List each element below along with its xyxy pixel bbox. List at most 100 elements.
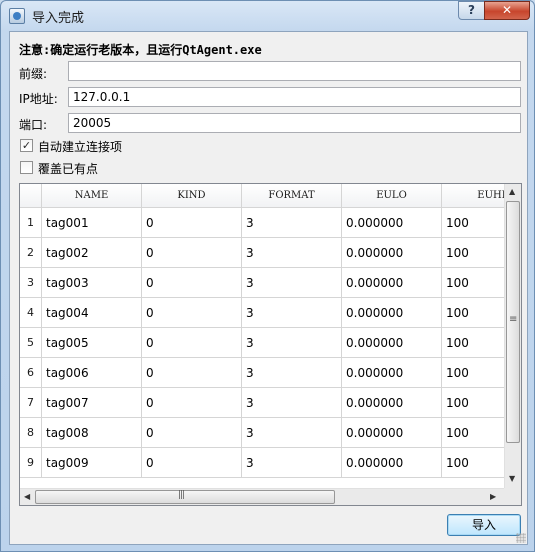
cell-euhi[interactable]: 100 <box>442 298 504 328</box>
cell-eulo[interactable]: 0.000000 <box>342 208 442 238</box>
cell-format[interactable]: 3 <box>242 418 342 448</box>
cell-name[interactable]: tag007 <box>42 388 142 418</box>
corner-header[interactable] <box>20 184 42 208</box>
row-header[interactable]: 6 <box>20 358 42 388</box>
table-row[interactable]: 7 tag007 0 3 0.000000 100 <box>20 388 504 418</box>
horizontal-scroll-thumb[interactable] <box>35 490 335 504</box>
cell-euhi[interactable]: 100 <box>442 448 504 478</box>
vertical-scrollbar[interactable]: ▲ ▼ <box>504 184 521 488</box>
prefix-label: 前缀: <box>19 67 48 81</box>
dialog-window: 导入完成 ? ✕ 注意:确定运行老版本，且运行QtAgent.exe 前缀: I… <box>0 0 535 552</box>
row-header[interactable]: 5 <box>20 328 42 358</box>
row-header[interactable]: 3 <box>20 268 42 298</box>
close-button[interactable]: ✕ <box>484 1 530 20</box>
scroll-down-icon[interactable]: ▼ <box>509 474 515 484</box>
import-button[interactable]: 导入 <box>447 514 521 536</box>
cell-format[interactable]: 3 <box>242 358 342 388</box>
cell-kind[interactable]: 0 <box>142 448 242 478</box>
cell-kind[interactable]: 0 <box>142 268 242 298</box>
port-input[interactable]: 20005 <box>68 113 521 133</box>
cell-eulo[interactable]: 0.000000 <box>342 418 442 448</box>
notice-text: 注意:确定运行老版本，且运行QtAgent.exe <box>19 43 262 57</box>
cell-euhi[interactable]: 100 <box>442 208 504 238</box>
cell-eulo[interactable]: 0.000000 <box>342 298 442 328</box>
table-row[interactable]: 3 tag003 0 3 0.000000 100 <box>20 268 504 298</box>
cell-format[interactable]: 3 <box>242 448 342 478</box>
column-header-kind[interactable]: KIND <box>142 184 242 208</box>
auto-connect-label: 自动建立连接项 <box>38 140 123 154</box>
row-header[interactable]: 9 <box>20 448 42 478</box>
row-header[interactable]: 8 <box>20 418 42 448</box>
app-icon <box>9 8 25 24</box>
cell-euhi[interactable]: 100 <box>442 328 504 358</box>
size-grip-icon[interactable] <box>516 533 526 543</box>
cell-name[interactable]: tag009 <box>42 448 142 478</box>
cell-name[interactable]: tag004 <box>42 298 142 328</box>
cell-name[interactable]: tag001 <box>42 208 142 238</box>
cell-kind[interactable]: 0 <box>142 388 242 418</box>
row-header[interactable]: 4 <box>20 298 42 328</box>
cell-euhi[interactable]: 100 <box>442 388 504 418</box>
vertical-scroll-thumb[interactable] <box>506 201 520 443</box>
table-row[interactable]: 8 tag008 0 3 0.000000 100 <box>20 418 504 448</box>
dialog-body: 注意:确定运行老版本，且运行QtAgent.exe 前缀: IP地址: 127.… <box>9 31 528 545</box>
title-bar: 导入完成 ? ✕ <box>1 1 534 30</box>
column-header-format[interactable]: FORMAT <box>242 184 342 208</box>
table-row[interactable]: 2 tag002 0 3 0.000000 100 <box>20 238 504 268</box>
cell-kind[interactable]: 0 <box>142 358 242 388</box>
cell-euhi[interactable]: 100 <box>442 238 504 268</box>
column-header-name[interactable]: NAME <box>42 184 142 208</box>
scroll-up-icon[interactable]: ▲ <box>509 187 515 197</box>
cell-name[interactable]: tag006 <box>42 358 142 388</box>
cell-name[interactable]: tag003 <box>42 268 142 298</box>
cell-kind[interactable]: 0 <box>142 418 242 448</box>
cell-eulo[interactable]: 0.000000 <box>342 388 442 418</box>
cell-format[interactable]: 3 <box>242 268 342 298</box>
cell-name[interactable]: tag008 <box>42 418 142 448</box>
overwrite-label: 覆盖已有点 <box>38 162 99 176</box>
row-header[interactable]: 7 <box>20 388 42 418</box>
auto-connect-checkbox[interactable]: ✓ <box>20 139 33 152</box>
cell-euhi[interactable]: 100 <box>442 268 504 298</box>
prefix-input[interactable] <box>68 61 521 81</box>
cell-eulo[interactable]: 0.000000 <box>342 238 442 268</box>
row-header[interactable]: 2 <box>20 238 42 268</box>
cell-format[interactable]: 3 <box>242 388 342 418</box>
table-row[interactable]: 9 tag009 0 3 0.000000 100 <box>20 448 504 478</box>
column-header-eulo[interactable]: EULO <box>342 184 442 208</box>
cell-format[interactable]: 3 <box>242 238 342 268</box>
cell-eulo[interactable]: 0.000000 <box>342 448 442 478</box>
cell-format[interactable]: 3 <box>242 298 342 328</box>
cell-format[interactable]: 3 <box>242 328 342 358</box>
row-header[interactable]: 1 <box>20 208 42 238</box>
table-row[interactable]: 4 tag004 0 3 0.000000 100 <box>20 298 504 328</box>
help-button[interactable]: ? <box>458 1 485 20</box>
cell-kind[interactable]: 0 <box>142 238 242 268</box>
cell-format[interactable]: 3 <box>242 208 342 238</box>
overwrite-checkbox[interactable] <box>20 161 33 174</box>
scroll-right-icon[interactable]: ▶ <box>490 492 496 502</box>
port-label: 端口: <box>19 118 48 132</box>
cell-kind[interactable]: 0 <box>142 208 242 238</box>
table-row[interactable]: 6 tag006 0 3 0.000000 100 <box>20 358 504 388</box>
cell-euhi[interactable]: 100 <box>442 418 504 448</box>
table-row[interactable]: 5 tag005 0 3 0.000000 100 <box>20 328 504 358</box>
cell-kind[interactable]: 0 <box>142 328 242 358</box>
column-header-euhi[interactable]: EUHI <box>442 184 504 208</box>
cell-eulo[interactable]: 0.000000 <box>342 268 442 298</box>
horizontal-scrollbar[interactable]: ◀ ▶ <box>20 488 504 505</box>
table-row[interactable]: 1 tag001 0 3 0.000000 100 <box>20 208 504 238</box>
scrollbar-corner <box>504 488 521 505</box>
cell-euhi[interactable]: 100 <box>442 358 504 388</box>
tag-table[interactable]: NAME KIND FORMAT EULO EUHI 1 tag001 0 3 0.00… <box>19 183 522 506</box>
cell-eulo[interactable]: 0.000000 <box>342 358 442 388</box>
cell-name[interactable]: tag005 <box>42 328 142 358</box>
table-viewport: NAME KIND FORMAT EULO EUHI 1 tag001 0 3 0.00… <box>20 184 504 488</box>
cell-kind[interactable]: 0 <box>142 298 242 328</box>
table-header: NAME KIND FORMAT EULO EUHI <box>20 184 504 208</box>
cell-name[interactable]: tag002 <box>42 238 142 268</box>
scroll-left-icon[interactable]: ◀ <box>24 492 30 502</box>
ip-label: IP地址: <box>19 92 58 106</box>
ip-input[interactable]: 127.0.0.1 <box>68 87 521 107</box>
cell-eulo[interactable]: 0.000000 <box>342 328 442 358</box>
